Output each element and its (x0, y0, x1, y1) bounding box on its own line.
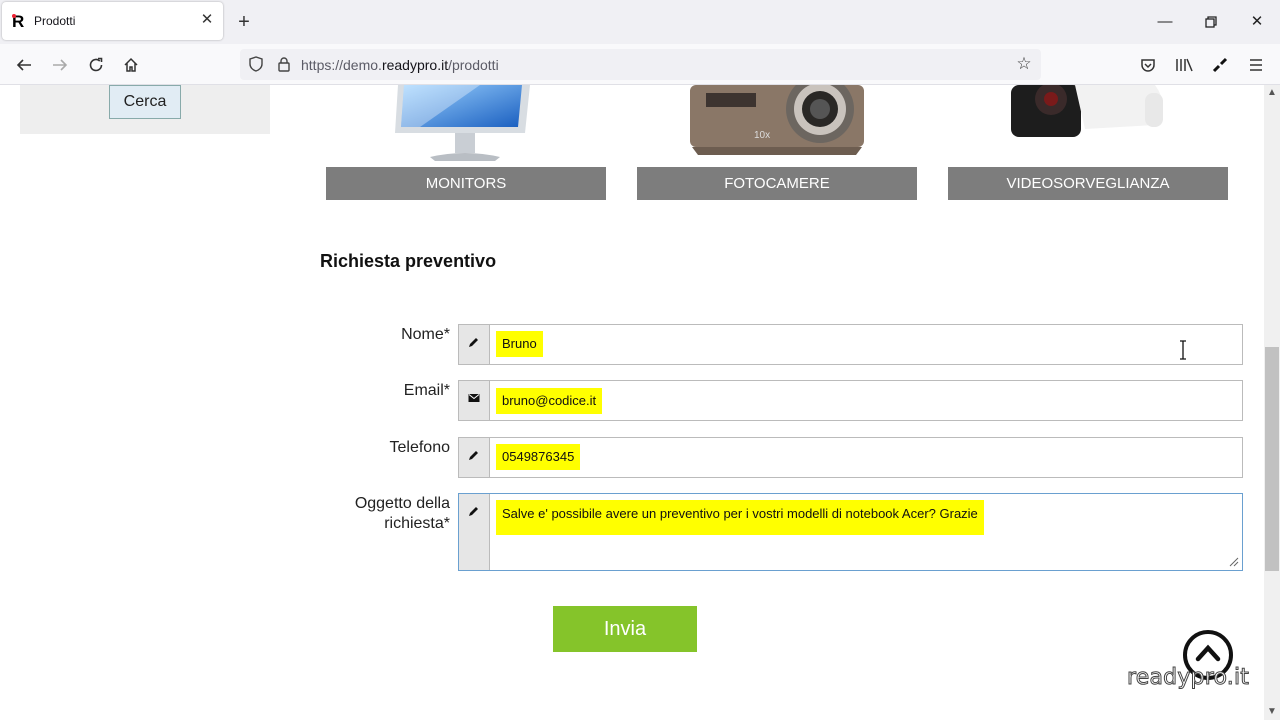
monitor-image[interactable] (390, 85, 540, 165)
scroll-down-icon[interactable]: ▼ (1264, 704, 1280, 720)
category-fotocamere[interactable]: FOTOCAMERE (637, 167, 917, 200)
tracking-shield-icon[interactable] (248, 56, 264, 72)
text-cursor-icon (1180, 340, 1186, 360)
subject-textarea[interactable]: Salve e' possibile avere un preventivo p… (458, 493, 1243, 571)
pencil-icon (469, 451, 478, 460)
forward-icon[interactable] (49, 54, 71, 76)
scroll-up-icon[interactable]: ▲ (1264, 85, 1280, 101)
bookmark-star-icon[interactable]: ☆ (1015, 55, 1033, 73)
pencil-icon (469, 338, 478, 347)
menu-icon[interactable] (1245, 54, 1267, 76)
search-button[interactable]: Cerca (109, 85, 181, 119)
subject-label: Oggetto della richiesta* (320, 494, 450, 534)
home-icon[interactable] (120, 54, 142, 76)
category-monitors[interactable]: MONITORS (326, 167, 606, 200)
subject-addon (459, 494, 490, 570)
phone-field[interactable]: 0549876345 (458, 437, 1243, 478)
security-camera-image[interactable] (1005, 85, 1175, 165)
page-viewport: Cerca 10x MONITORS FOTOCAMERE VIDEOSORVE… (0, 85, 1264, 720)
tab-strip: R Prodotti ✕ + — ✕ (0, 0, 1280, 44)
subject-label-line2: richiesta* (384, 515, 450, 532)
subject-input-value[interactable]: Salve e' possibile avere un preventivo p… (496, 500, 984, 535)
envelope-icon (468, 394, 480, 402)
restore-icon[interactable] (1201, 12, 1221, 32)
email-label: Email* (403, 382, 450, 399)
phone-addon (459, 438, 490, 477)
library-icon[interactable] (1173, 54, 1195, 76)
back-icon[interactable] (13, 54, 35, 76)
sidebar-search-panel: Cerca (20, 85, 270, 134)
readypro-logo: readypro.it (1126, 665, 1250, 691)
scrollbar-thumb[interactable] (1265, 347, 1279, 571)
lock-icon[interactable] (276, 56, 292, 72)
name-field[interactable]: Bruno (458, 324, 1243, 365)
navigation-toolbar: https://demo.readypro.it/prodotti ☆ (0, 44, 1280, 85)
email-input-value[interactable]: bruno@codice.it (496, 388, 603, 414)
name-input-value[interactable]: Bruno (496, 331, 543, 357)
reload-icon[interactable] (85, 54, 107, 76)
close-tab-icon[interactable]: ✕ (199, 12, 215, 28)
form-title: Richiesta preventivo (320, 251, 497, 271)
page-scrollbar[interactable]: ▲ ▼ (1264, 85, 1280, 720)
email-addon (459, 381, 490, 420)
category-videosorveglianza[interactable]: VIDEOSORVEGLIANZA (948, 167, 1228, 200)
close-window-icon[interactable]: ✕ (1247, 12, 1267, 32)
svg-text:10x: 10x (754, 130, 770, 141)
submit-button[interactable]: Invia (553, 606, 697, 652)
subject-label-line1: Oggetto della (354, 495, 450, 512)
camera-image[interactable]: 10x (688, 85, 868, 165)
phone-label: Telefono (389, 439, 451, 456)
resize-grip-icon[interactable] (1229, 557, 1239, 567)
pocket-icon[interactable] (1137, 54, 1159, 76)
phone-input-value[interactable]: 0549876345 (496, 444, 581, 470)
readypro-favicon-icon: R (12, 12, 25, 31)
minimize-icon[interactable]: — (1155, 12, 1175, 32)
name-label: Nome* (401, 326, 450, 343)
browser-tab[interactable]: R Prodotti ✕ (2, 2, 223, 40)
pencil-icon (469, 507, 478, 516)
email-field[interactable]: bruno@codice.it (458, 380, 1243, 421)
new-tab-icon[interactable]: + (234, 12, 254, 32)
address-bar[interactable]: https://demo.readypro.it/prodotti ☆ (240, 49, 1041, 80)
tab-title: Prodotti (34, 14, 76, 28)
name-addon (459, 325, 490, 364)
extensions-icon[interactable] (1209, 54, 1231, 76)
url-text[interactable]: https://demo.readypro.it/prodotti (301, 57, 499, 73)
